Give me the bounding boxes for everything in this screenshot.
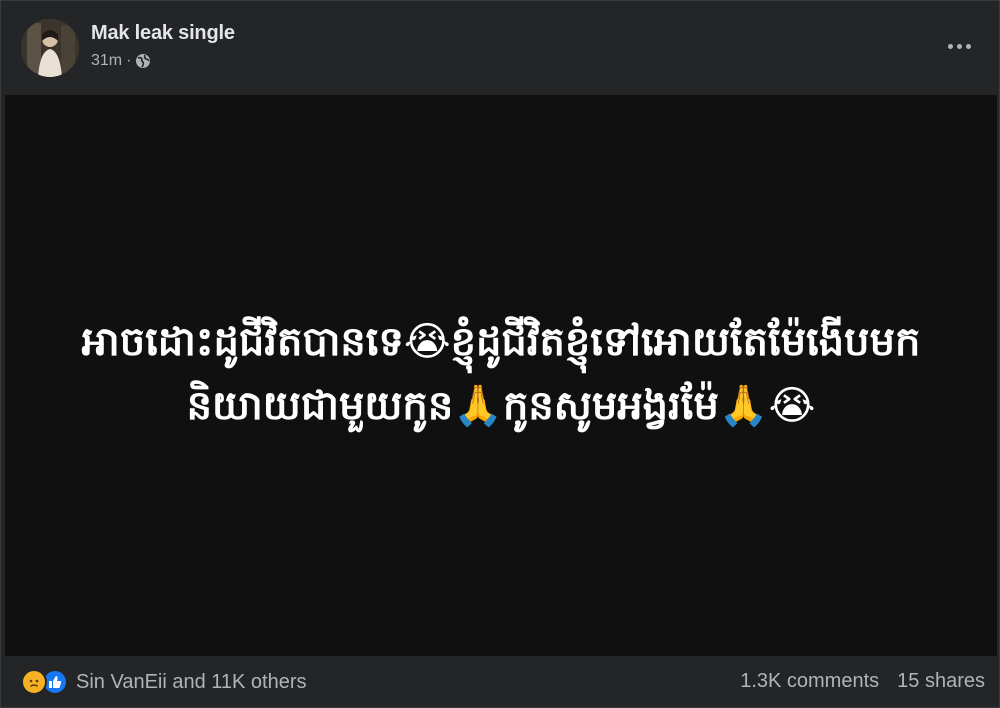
dot-icon bbox=[956, 43, 962, 49]
post-media[interactable]: អាចដោះដូជីវិតបានទេ😭ខ្ញុំដូជីវិតខ្ញុំទៅអោ… bbox=[5, 95, 997, 656]
comments-count[interactable]: 1.3K comments bbox=[740, 670, 879, 693]
author-name[interactable]: Mak leak single bbox=[91, 22, 235, 45]
meta-separator: · bbox=[126, 52, 132, 69]
post-card: Mak leak single 31m · អាចដោះដូជីវិតបានទេ… bbox=[0, 0, 1000, 708]
reactions-summary[interactable]: Sin VanEii and 11K others bbox=[21, 669, 307, 695]
globe-icon bbox=[135, 53, 151, 69]
shares-count[interactable]: 15 shares bbox=[897, 670, 985, 693]
post-footer: Sin VanEii and 11K others 1.3K comments … bbox=[1, 657, 999, 708]
sad-icon bbox=[21, 669, 47, 695]
post-header: Mak leak single 31m · bbox=[1, 1, 999, 95]
post-text: អាចដោះដូជីវិតបានទេ😭ខ្ញុំដូជីវិតខ្ញុំទៅអោ… bbox=[81, 318, 921, 429]
engagement-counts: 1.3K comments 15 shares bbox=[740, 670, 985, 693]
post-time[interactable]: 31m bbox=[91, 52, 122, 70]
more-options-icon[interactable] bbox=[945, 33, 973, 59]
post-meta: 31m · bbox=[91, 52, 151, 70]
author-avatar[interactable] bbox=[21, 19, 79, 77]
dot-icon bbox=[947, 43, 953, 49]
dot-icon bbox=[965, 43, 971, 49]
reactions-text[interactable]: Sin VanEii and 11K others bbox=[76, 671, 307, 694]
avatar-photo bbox=[21, 19, 79, 77]
